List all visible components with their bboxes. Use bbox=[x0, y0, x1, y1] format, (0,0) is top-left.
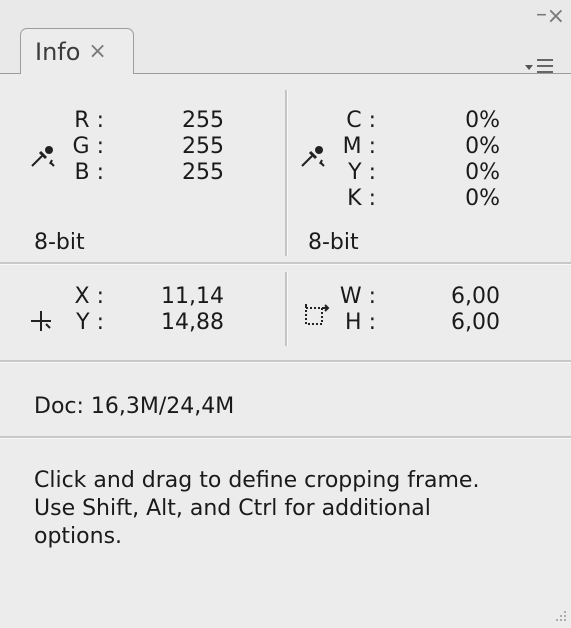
rgb-value-b: 255 bbox=[182, 160, 224, 185]
cmyk-label-y: Y : bbox=[348, 160, 376, 185]
size-value-h: 6,00 bbox=[451, 310, 500, 335]
cmyk-value-y: 0% bbox=[465, 160, 500, 185]
position-value-y: 14,88 bbox=[161, 310, 224, 335]
section-vertical-divider bbox=[285, 272, 288, 346]
cmyk-value-c: 0% bbox=[465, 108, 500, 133]
tool-hint-line-3: options. bbox=[34, 524, 123, 549]
section-divider bbox=[0, 262, 571, 265]
rgb-label-b: B : bbox=[74, 160, 105, 185]
panel-menu-icon[interactable] bbox=[519, 56, 559, 76]
close-button[interactable]: × bbox=[547, 6, 565, 28]
rgb-value-g: 255 bbox=[182, 134, 224, 159]
position-label-x: X : bbox=[74, 284, 104, 309]
doc-size-readout[interactable]: Doc: 16,3M/24,4M bbox=[34, 394, 234, 420]
resize-grip-icon[interactable] bbox=[553, 610, 567, 624]
section-divider bbox=[0, 360, 571, 363]
tab-info-label: Info bbox=[35, 37, 81, 66]
size-label-h: H : bbox=[345, 310, 376, 335]
cmyk-bit-depth[interactable]: 8-bit bbox=[308, 230, 359, 256]
size-label-w: W : bbox=[339, 284, 376, 309]
tool-hint-line-1: Click and drag to define cropping frame. bbox=[34, 468, 480, 493]
minimize-button[interactable]: – bbox=[536, 4, 547, 26]
rgb-label-g: G : bbox=[72, 134, 104, 159]
panel-title-bar: – × bbox=[0, 0, 571, 28]
cmyk-value-m: 0% bbox=[465, 134, 500, 159]
rgb-label-r: R : bbox=[74, 108, 104, 133]
rgb-value-r: 255 bbox=[182, 108, 224, 133]
position-label-y: Y : bbox=[76, 310, 104, 335]
rgb-bit-depth[interactable]: 8-bit bbox=[34, 230, 85, 256]
cmyk-label-m: M : bbox=[342, 134, 376, 159]
tab-close-icon[interactable]: × bbox=[88, 39, 106, 64]
tool-hint-line-2: Use Shift, Alt, and Ctrl for additional bbox=[34, 496, 431, 521]
position-value-x: 11,14 bbox=[161, 284, 224, 309]
cmyk-label-k: K : bbox=[347, 186, 376, 211]
tab-info[interactable]: Info × bbox=[20, 28, 134, 74]
section-vertical-divider bbox=[285, 90, 288, 256]
section-divider bbox=[0, 436, 571, 439]
info-panel: R : G : B : 255 255 255 8-bit C : M : Y … bbox=[0, 74, 571, 628]
cmyk-value-k: 0% bbox=[465, 186, 500, 211]
size-value-w: 6,00 bbox=[451, 284, 500, 309]
cmyk-label-c: C : bbox=[346, 108, 376, 133]
